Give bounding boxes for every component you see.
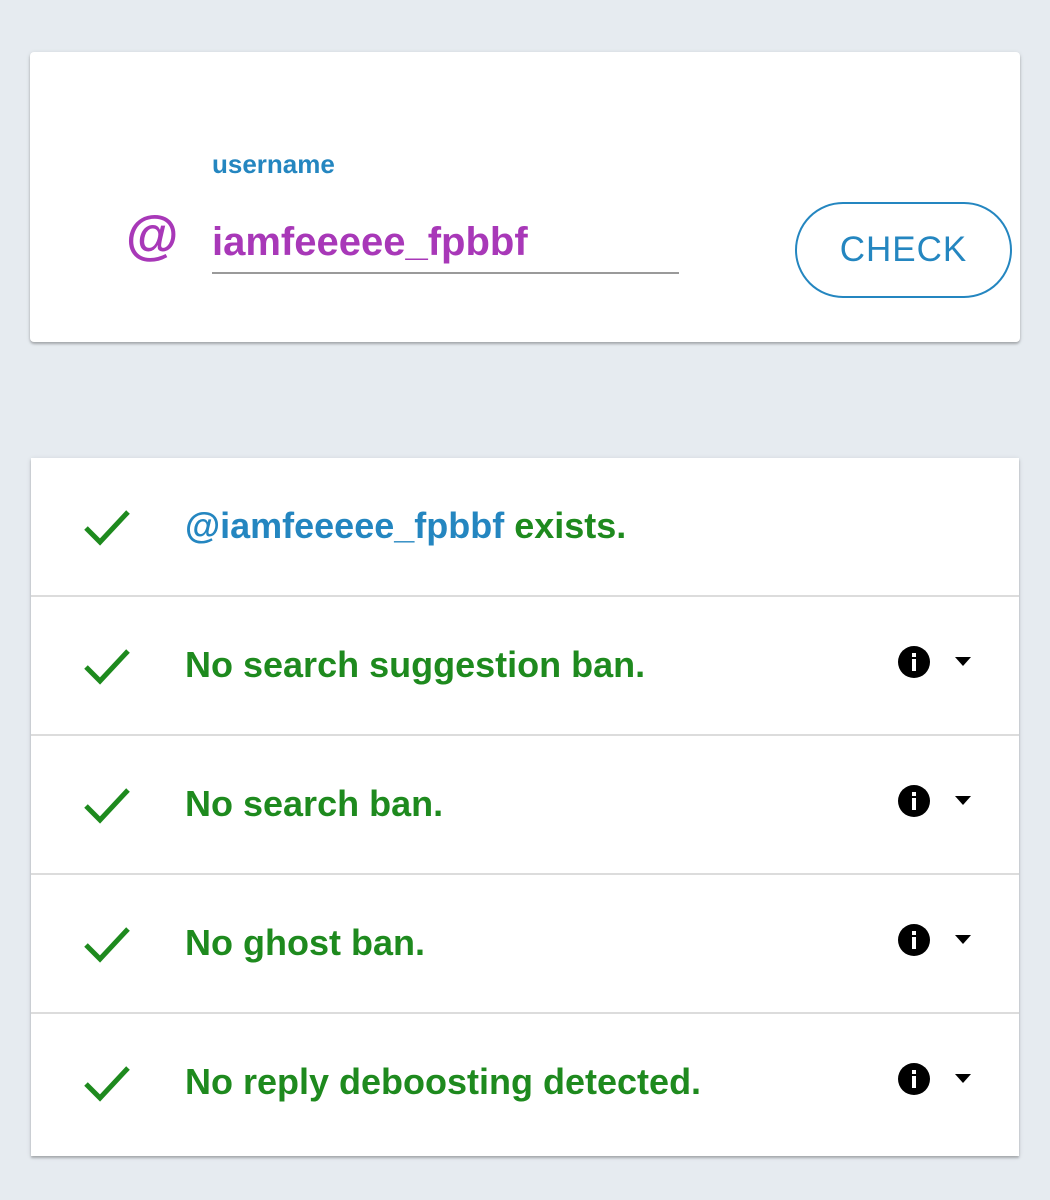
username-search-card: username @ CHECK — [30, 52, 1020, 342]
check-icon — [84, 649, 130, 685]
info-toggle-button[interactable] — [897, 784, 977, 818]
check-icon — [84, 510, 130, 546]
check-button[interactable]: CHECK — [795, 202, 1012, 298]
info-icon[interactable] — [897, 1062, 931, 1096]
caret-down-icon[interactable] — [955, 796, 971, 806]
caret-down-icon[interactable] — [955, 1074, 971, 1084]
results-card: @iamfeeeee_fpbbf exists. No search sugge… — [31, 458, 1019, 1156]
info-icon[interactable] — [897, 645, 931, 679]
info-icon[interactable] — [897, 784, 931, 818]
result-row-search-suggestion-ban: No search suggestion ban. — [31, 597, 1019, 736]
info-toggle-button[interactable] — [897, 923, 977, 957]
caret-down-icon[interactable] — [955, 935, 971, 945]
result-row-search-ban: No search ban. — [31, 736, 1019, 875]
check-icon — [84, 927, 130, 963]
info-toggle-button[interactable] — [897, 645, 977, 679]
check-icon — [84, 1066, 130, 1102]
result-text: No reply deboosting detected. — [185, 1061, 702, 1102]
result-text: No search suggestion ban. — [185, 644, 646, 685]
at-sign-icon: @ — [125, 206, 178, 266]
username-link[interactable]: @iamfeeeee_fpbbf — [185, 505, 504, 546]
result-row-reply-deboosting: No reply deboosting detected. — [31, 1014, 1019, 1153]
username-field-label: username — [212, 149, 335, 179]
username-input[interactable] — [212, 212, 679, 274]
result-text: No ghost ban. — [185, 922, 425, 963]
info-icon[interactable] — [897, 923, 931, 957]
check-icon — [84, 788, 130, 824]
caret-down-icon[interactable] — [955, 657, 971, 667]
result-row-exists: @iamfeeeee_fpbbf exists. — [31, 458, 1019, 597]
result-text: No search ban. — [185, 783, 444, 824]
result-row-ghost-ban: No ghost ban. — [31, 875, 1019, 1014]
info-toggle-button[interactable] — [897, 1062, 977, 1096]
result-text: @iamfeeeee_fpbbf exists. — [185, 505, 627, 546]
